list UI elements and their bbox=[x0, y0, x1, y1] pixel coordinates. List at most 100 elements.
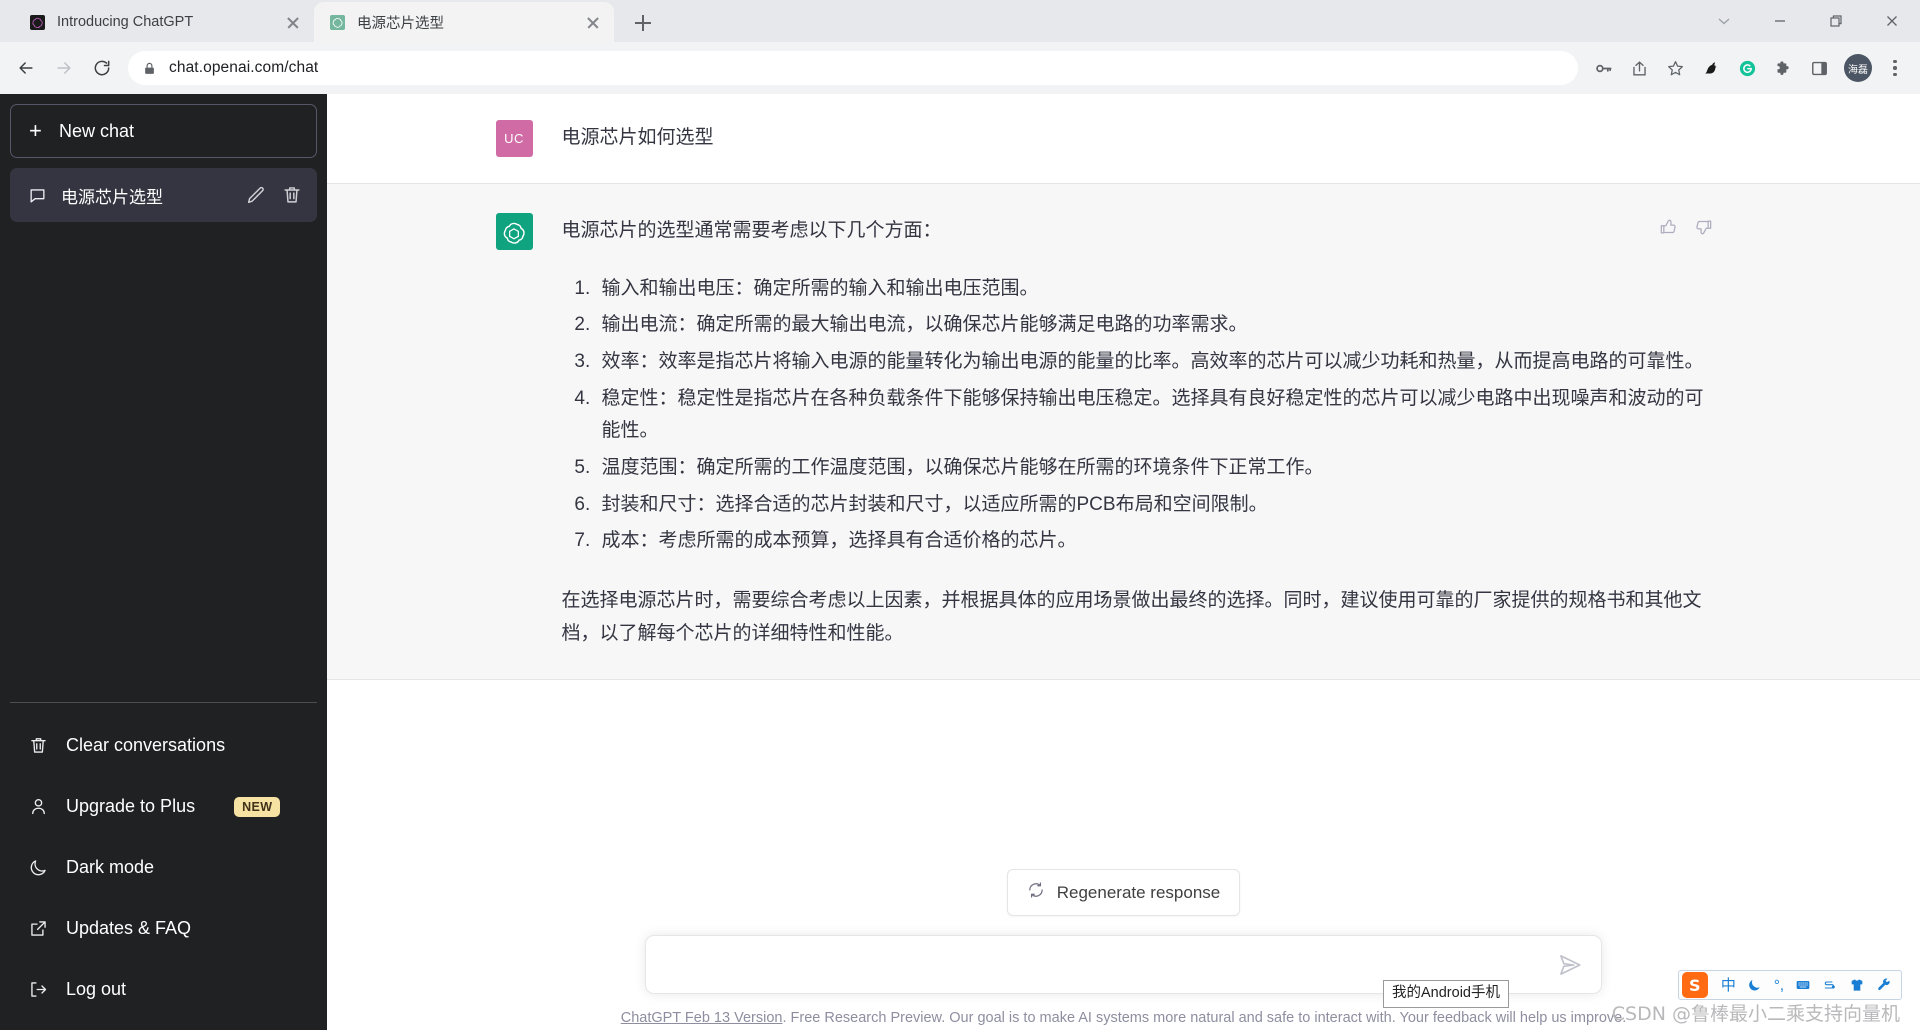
user-message-body: 电源芯片如何选型 bbox=[562, 120, 1714, 157]
new-chat-label: New chat bbox=[59, 120, 135, 141]
list-item: 成本：考虑所需的成本预算，选择具有合适价格的芯片。 bbox=[596, 525, 1714, 558]
chinese-mode-icon[interactable]: 中 bbox=[1721, 978, 1736, 993]
bird-extension-icon[interactable] bbox=[1694, 51, 1728, 85]
browser-tab-1[interactable]: Introducing ChatGPT bbox=[14, 2, 314, 42]
sogou-ime-toolbar: S 中 °, bbox=[1677, 970, 1902, 1000]
list-item: 效率：效率是指芯片将输入电源的能量转化为输出电源的能量的比率。高效率的芯片可以减… bbox=[596, 346, 1714, 379]
minimize-icon[interactable] bbox=[1752, 0, 1808, 42]
grammarly-icon[interactable] bbox=[1730, 51, 1764, 85]
conversation-list: 电源芯片选型 bbox=[10, 168, 317, 702]
list-item: 封装和尺寸：选择合适的芯片封装和尺寸，以适应所需的PCB布局和空间限制。 bbox=[596, 489, 1714, 522]
footer-rest-text: . Free Research Preview. Our goal is to … bbox=[782, 1010, 1627, 1027]
csdn-watermark: CSDN @鲁棒最小二乘支持向量机 bbox=[1611, 1003, 1900, 1025]
sidebar-footer: Clear conversations Upgrade to Plus NEW … bbox=[10, 702, 317, 1020]
sogou-logo-icon[interactable]: S bbox=[1681, 972, 1708, 998]
list-item: 温度范围：确定所需的工作温度范围，以确保芯片能够在所需的环境条件下正常工作。 bbox=[596, 452, 1714, 485]
sidebar-item-label: Dark mode bbox=[66, 857, 155, 877]
sidebar-item-label: Log out bbox=[66, 979, 127, 999]
assistant-intro: 电源芯片的选型通常需要考虑以下几个方面： bbox=[561, 220, 942, 241]
password-key-icon[interactable] bbox=[1586, 51, 1620, 85]
new-tab-button[interactable] bbox=[628, 8, 658, 38]
browser-tab-2-close-icon[interactable] bbox=[582, 11, 604, 33]
extensions-puzzle-icon[interactable] bbox=[1766, 51, 1800, 85]
assistant-message: 电源芯片的选型通常需要考虑以下几个方面： 输入和输出电压：确定所需的输入和输出电… bbox=[327, 183, 1920, 681]
address-bar[interactable]: chat.openai.com/chat bbox=[128, 51, 1578, 85]
regenerate-response-label: Regenerate response bbox=[1056, 882, 1221, 902]
message-feedback-actions bbox=[1658, 217, 1716, 239]
list-item: 输出电流：确定所需的最大输出电流，以确保芯片能够满足电路的功率需求。 bbox=[596, 309, 1714, 342]
thumbs-down-icon[interactable] bbox=[1694, 217, 1716, 239]
new-chat-button[interactable]: + New chat bbox=[10, 104, 317, 158]
browser-tab-2[interactable]: 电源芯片选型 bbox=[314, 2, 614, 42]
browser-toolbar: chat.openai.com/chat 海磊 bbox=[0, 42, 1920, 94]
sidebar-item-dark-mode[interactable]: Dark mode bbox=[10, 837, 317, 898]
skin-shirt-icon[interactable] bbox=[1849, 977, 1865, 993]
openai-logo-icon bbox=[495, 213, 533, 250]
sidebar-item-label: Upgrade to Plus bbox=[66, 796, 196, 816]
dot bbox=[1893, 59, 1897, 64]
ime-candidate-chip: 我的Android手机 bbox=[1383, 980, 1509, 1008]
user-message-text: 电源芯片如何选型 bbox=[561, 127, 714, 148]
user-message: UC 电源芯片如何选型 bbox=[327, 94, 1920, 183]
user-icon bbox=[28, 796, 49, 817]
send-paper-plane-icon[interactable] bbox=[1557, 952, 1583, 978]
sidebar-item-log-out[interactable]: Log out bbox=[10, 959, 317, 1020]
moon-icon bbox=[28, 857, 49, 878]
three-dot-menu-icon[interactable] bbox=[1880, 51, 1910, 85]
chat-main: UC 电源芯片如何选型 电源芯片的选型通常需要考虑以下几个方面： 输入和输出电压… bbox=[327, 94, 1920, 1030]
sidebar-item-clear-conversations[interactable]: Clear conversations bbox=[10, 715, 317, 776]
chat-sidebar: + New chat 电源芯片选型 Clear conversations Up… bbox=[0, 94, 327, 1030]
user-avatar: UC bbox=[495, 120, 533, 157]
openai-logo-icon bbox=[328, 13, 347, 32]
tab-strip: Introducing ChatGPT 电源芯片选型 bbox=[0, 0, 1920, 42]
sidebar-item-upgrade-to-plus[interactable]: Upgrade to Plus NEW bbox=[10, 776, 317, 837]
address-bar-url: chat.openai.com/chat bbox=[169, 59, 319, 76]
list-item: 输入和输出电压：确定所需的输入和输出电压范围。 bbox=[596, 273, 1714, 306]
sidebar-conversation-item[interactable]: 电源芯片选型 bbox=[10, 168, 317, 222]
message-inner: 电源芯片的选型通常需要考虑以下几个方面： 输入和输出电压：确定所需的输入和输出电… bbox=[474, 184, 1774, 679]
version-link[interactable]: ChatGPT Feb 13 Version bbox=[621, 1010, 783, 1026]
list-item: 稳定性：稳定性是指芯片在各种负载条件下能够保持输出电压稳定。选择具有良好稳定性的… bbox=[596, 383, 1714, 448]
punctuation-icon[interactable]: °, bbox=[1774, 978, 1784, 993]
conversation-title: 电源芯片选型 bbox=[61, 187, 163, 207]
profile-avatar[interactable]: 海磊 bbox=[1844, 54, 1872, 82]
browser-tab-1-close-icon[interactable] bbox=[282, 11, 304, 33]
wrench-tools-icon[interactable] bbox=[1876, 977, 1892, 993]
share-icon[interactable] bbox=[1622, 51, 1656, 85]
lock-icon bbox=[142, 61, 157, 76]
dot bbox=[1893, 72, 1897, 77]
keyboard-icon[interactable] bbox=[1795, 977, 1811, 993]
back-arrow-icon[interactable] bbox=[8, 50, 44, 86]
moon-shape-icon[interactable] bbox=[1747, 977, 1763, 993]
forward-arrow-icon[interactable] bbox=[46, 50, 82, 86]
refresh-icon bbox=[1027, 881, 1045, 904]
restore-icon[interactable] bbox=[1808, 0, 1864, 42]
reload-icon[interactable] bbox=[84, 50, 120, 86]
browser-tab-1-title: Introducing ChatGPT bbox=[57, 14, 194, 30]
openai-logo-icon bbox=[28, 13, 47, 32]
message-inner: UC 电源芯片如何选型 bbox=[474, 94, 1774, 183]
thumbs-up-icon[interactable] bbox=[1658, 217, 1680, 239]
chevron-down-icon[interactable] bbox=[1696, 0, 1752, 42]
regenerate-response-button[interactable]: Regenerate response bbox=[1006, 869, 1241, 917]
close-icon[interactable] bbox=[1864, 0, 1920, 42]
assistant-message-body: 电源芯片的选型通常需要考虑以下几个方面： 输入和输出电压：确定所需的输入和输出电… bbox=[562, 213, 1714, 650]
chat-bubble-icon bbox=[28, 186, 47, 205]
chat-input[interactable] bbox=[664, 954, 1557, 976]
assistant-closing: 在选择电源芯片时，需要综合考虑以上因素，并根据具体的应用场景做出最终的选择。同时… bbox=[561, 590, 1702, 644]
bookmark-star-icon[interactable] bbox=[1658, 51, 1692, 85]
sidebar-item-label: Updates & FAQ bbox=[66, 918, 192, 938]
side-panel-icon[interactable] bbox=[1802, 51, 1836, 85]
page-content: + New chat 电源芯片选型 Clear conversations Up… bbox=[0, 94, 1920, 1030]
plus-icon: + bbox=[29, 118, 42, 143]
trash-icon[interactable] bbox=[281, 184, 303, 206]
pencil-icon[interactable] bbox=[245, 184, 267, 206]
status-badge-new: NEW bbox=[234, 796, 281, 817]
dot bbox=[1893, 66, 1897, 70]
regenerate-row: Regenerate response bbox=[327, 869, 1920, 917]
browser-chrome: Introducing ChatGPT 电源芯片选型 chat.openai.c… bbox=[0, 0, 1920, 94]
inkwell-icon[interactable] bbox=[1822, 977, 1838, 993]
sidebar-item-updates-faq[interactable]: Updates & FAQ bbox=[10, 898, 317, 959]
trash-icon bbox=[28, 735, 49, 756]
assistant-list: 输入和输出电压：确定所需的输入和输出电压范围。 输出电流：确定所需的最大输出电流… bbox=[562, 273, 1714, 558]
